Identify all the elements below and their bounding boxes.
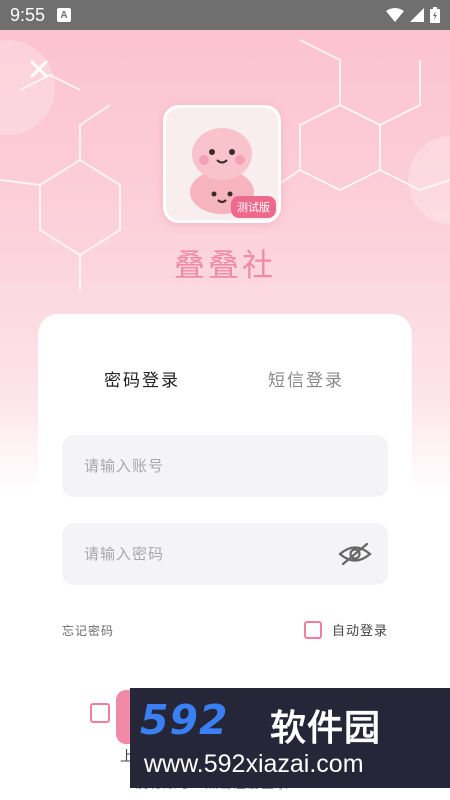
status-bar: 9:55 A [0, 0, 450, 30]
battery-icon [430, 7, 440, 23]
agreement-checkbox[interactable] [90, 703, 110, 723]
watermark-logo-number: 592 [140, 696, 229, 744]
wifi-icon [386, 8, 404, 22]
watermark-logo-text: 软件园 [270, 708, 382, 749]
forgot-password-link[interactable]: 忘记密码 [62, 622, 114, 639]
watermark-banner: 592 软件园 www.592xiazai.com [130, 688, 450, 788]
close-icon[interactable] [22, 52, 56, 86]
signal-icon [410, 8, 424, 22]
watermark-url: www.592xiazai.com [144, 750, 364, 778]
login-tabs: 密码登录 短信登录 [38, 366, 412, 396]
status-icons [386, 7, 440, 23]
account-input[interactable] [62, 435, 388, 497]
auto-login-label: 自动登录 [331, 624, 388, 639]
tab-sms-login[interactable]: 短信登录 [268, 366, 344, 391]
app-name: 叠叠社 [174, 248, 276, 284]
password-field [62, 523, 388, 585]
auto-login-option[interactable]: 自动登录 [303, 620, 388, 639]
a-icon: A [57, 8, 72, 22]
test-version-badge: 测试版 [231, 196, 276, 218]
auto-login-checkbox[interactable] [303, 620, 322, 639]
tab-password-login[interactable]: 密码登录 [104, 366, 180, 391]
login-options: 忘记密码 自动登录 [62, 620, 388, 640]
eye-slash-icon[interactable] [338, 541, 372, 567]
app-avatar: 测试版 [163, 105, 281, 223]
status-time: 9:55 [10, 4, 46, 25]
